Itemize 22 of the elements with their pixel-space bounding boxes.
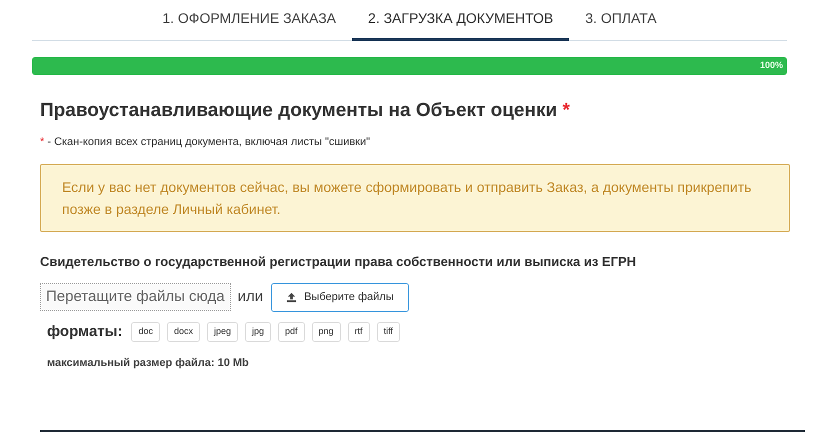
drop-zone[interactable]: Перетащите файлы сюда xyxy=(40,282,231,312)
format-tag: jpeg xyxy=(206,322,238,342)
formats-label: форматы: xyxy=(47,322,122,342)
section-heading: Правоустанавливающие документы на Объект оценки * xyxy=(40,99,571,123)
format-tag: tiff xyxy=(376,322,400,342)
step-tab[interactable]: 1. ОФОРМЛЕНИЕ ЗАКАЗА xyxy=(146,0,352,41)
document-title: Свидетельство о государственной регистрации права собственности или выписка из ЕГРН xyxy=(40,253,638,271)
format-tag: docx xyxy=(166,322,200,342)
required-note: * - Скан-копия всех страниц документа, включая листы "сшивки" xyxy=(40,134,372,150)
upload-icon xyxy=(286,292,298,302)
format-tag: doc xyxy=(131,322,160,342)
format-tag: rtf xyxy=(348,322,370,342)
format-tag: png xyxy=(312,322,341,342)
progress-reading: 100% xyxy=(760,59,783,72)
choose-files-button[interactable]: Выберите файлы xyxy=(271,282,409,312)
format-tag: jpg xyxy=(245,322,272,342)
max-size-note: максимальный размер файла: 10 Mb xyxy=(46,356,250,371)
step-tab[interactable]: 2. ЗАГРУЗКА ДОКУМЕНТОВ xyxy=(352,0,570,41)
step-tab[interactable]: 3. ОПЛАТА xyxy=(569,0,673,41)
info-alert: Если у вас нет документов сейчас, вы можете сформировать и отправить Заказ, а документы прикрепить позже в разделе Личный кабинет. xyxy=(40,164,790,232)
format-tag: pdf xyxy=(278,322,305,342)
or-label: или xyxy=(238,286,264,307)
